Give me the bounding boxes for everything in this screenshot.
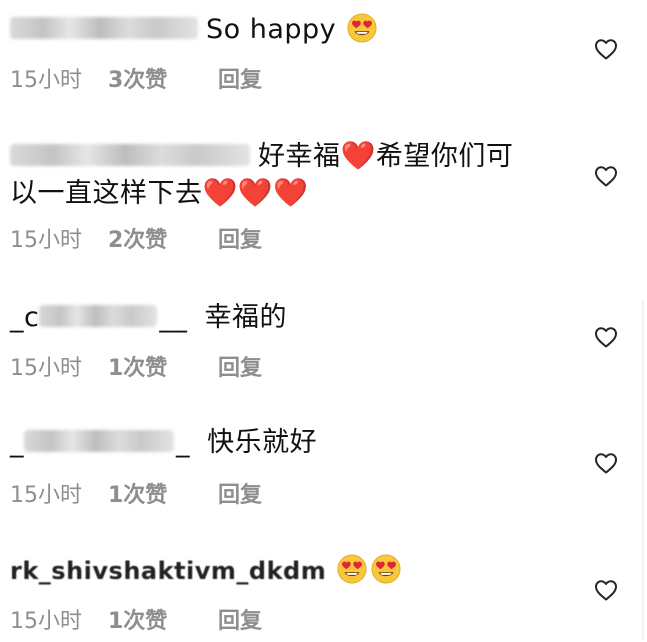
- reply-button[interactable]: 回复: [218, 222, 262, 254]
- like-heart-icon[interactable]: [594, 579, 618, 601]
- username-prefix: _: [10, 427, 24, 458]
- comment-body: _c __ 幸福的: [10, 300, 570, 336]
- red-heart-emoji: ❤️: [202, 176, 238, 209]
- username-suffix: __: [159, 302, 188, 333]
- comment-time: 15小时: [10, 228, 82, 253]
- comment-text: 快乐就好: [207, 427, 318, 458]
- like-heart-icon[interactable]: [594, 452, 618, 474]
- comment-text: 好幸福: [258, 141, 341, 172]
- comment-body: _ _ 快乐就好: [10, 425, 570, 461]
- like-heart-icon[interactable]: [594, 326, 618, 348]
- like-count-link[interactable]: 2次赞: [108, 222, 218, 254]
- reply-button[interactable]: 回复: [218, 477, 262, 509]
- comment-meta: 15小时 2次赞 回复: [10, 222, 262, 254]
- red-heart-emoji: ❤️: [340, 139, 376, 172]
- comment-text: 以一直这样下去: [10, 178, 203, 209]
- comment-text: 幸福的: [204, 302, 287, 333]
- username-redacted[interactable]: [39, 304, 158, 327]
- comment-time: 15小时: [10, 483, 82, 508]
- red-heart-emoji: ❤️: [237, 176, 274, 209]
- reply-button[interactable]: 回复: [218, 350, 262, 382]
- reply-button[interactable]: 回复: [218, 603, 262, 635]
- username-redacted[interactable]: [10, 143, 250, 166]
- username-prefix: _c: [10, 302, 40, 333]
- like-heart-icon[interactable]: [594, 165, 618, 187]
- comment-username[interactable]: rk_shivshaktivm_dkdm: [10, 557, 326, 585]
- reply-button[interactable]: 回复: [218, 62, 262, 94]
- comment-text: 希望你们可: [375, 141, 514, 172]
- like-count-link[interactable]: 1次赞: [108, 477, 218, 509]
- comment-time: 15小时: [10, 609, 82, 634]
- heart-eyes-emoji: [371, 554, 401, 584]
- comment-body: rk_shivshaktivm_dkdm: [10, 553, 570, 589]
- comment-text: So happy: [206, 14, 337, 45]
- username-redacted[interactable]: [10, 16, 198, 39]
- heart-eyes-emoji: [347, 13, 377, 43]
- scroll-edge: [642, 300, 644, 640]
- heart-eyes-emoji: [337, 554, 367, 584]
- like-count-link[interactable]: 3次赞: [108, 62, 218, 94]
- username-suffix: _: [176, 427, 190, 458]
- like-count-link[interactable]: 1次赞: [108, 350, 218, 382]
- red-heart-emoji: ❤️: [273, 176, 309, 209]
- comment-time: 15小时: [10, 68, 82, 93]
- comment-body: So happy: [10, 12, 570, 48]
- comment-time: 15小时: [10, 356, 82, 381]
- comment-meta: 15小时 1次赞 回复: [10, 603, 262, 635]
- like-count-link[interactable]: 1次赞: [108, 603, 218, 635]
- comment-meta: 15小时 3次赞 回复: [10, 62, 262, 94]
- username-redacted[interactable]: [24, 429, 174, 452]
- comment-meta: 15小时 1次赞 回复: [10, 350, 262, 382]
- like-heart-icon[interactable]: [594, 38, 618, 60]
- comment-meta: 15小时 1次赞 回复: [10, 477, 262, 509]
- comment-body: 好幸福❤️希望你们可 以一直这样下去❤️❤️❤️: [10, 138, 570, 212]
